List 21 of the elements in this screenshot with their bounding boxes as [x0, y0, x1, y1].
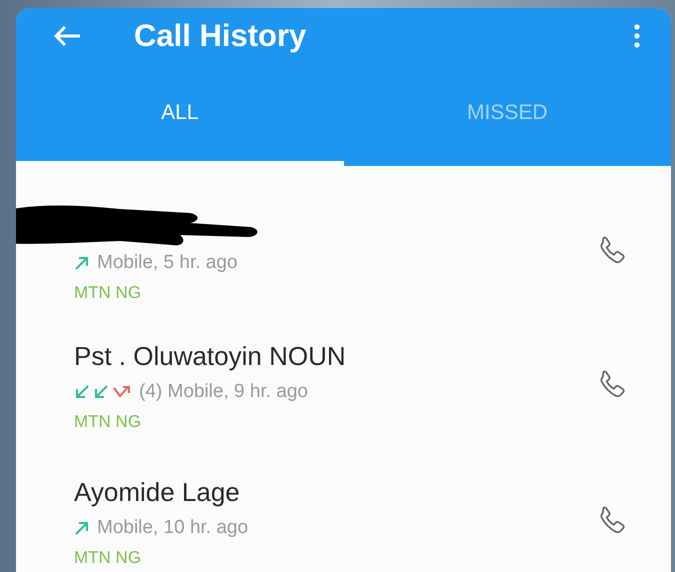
network-name: MTN NG — [74, 412, 142, 432]
network-name: MTN NG — [74, 283, 142, 303]
call-entry[interactable]: Mobile, 5 hr. ago MTN NG — [16, 166, 671, 318]
contact-name: Ayomide Lage — [74, 476, 241, 508]
contact-name: Pst . Oluwatoyin NOUN — [74, 340, 347, 372]
tab[interactable]: ALL — [16, 64, 344, 166]
back-arrow-icon[interactable] — [52, 24, 82, 48]
more-options-icon[interactable] — [633, 23, 641, 49]
tab[interactable]: MISSED — [344, 64, 671, 166]
network-name: MTN NG — [74, 548, 142, 568]
call-entry[interactable]: Pst . Oluwatoyin NOUN (4) Mobile, 9 hr. ago MTN NG — [16, 318, 671, 454]
screen-title: Call History — [134, 18, 308, 54]
incoming-call-arrow-icon — [74, 384, 90, 400]
call-detail: Mobile, 10 hr. ago — [97, 516, 248, 538]
outgoing-call-arrow-icon — [74, 255, 90, 271]
incoming-call-arrow-icon — [93, 384, 109, 400]
call-detail: (4) Mobile, 9 hr. ago — [139, 380, 308, 402]
outgoing-call-arrow-icon — [74, 520, 90, 536]
call-entry[interactable]: Ayomide Lage Mobile, 10 hr. ago MTN NG — [16, 454, 671, 572]
call-detail: Mobile, 5 hr. ago — [97, 252, 238, 274]
rejected-call-arrow-icon — [112, 384, 132, 400]
